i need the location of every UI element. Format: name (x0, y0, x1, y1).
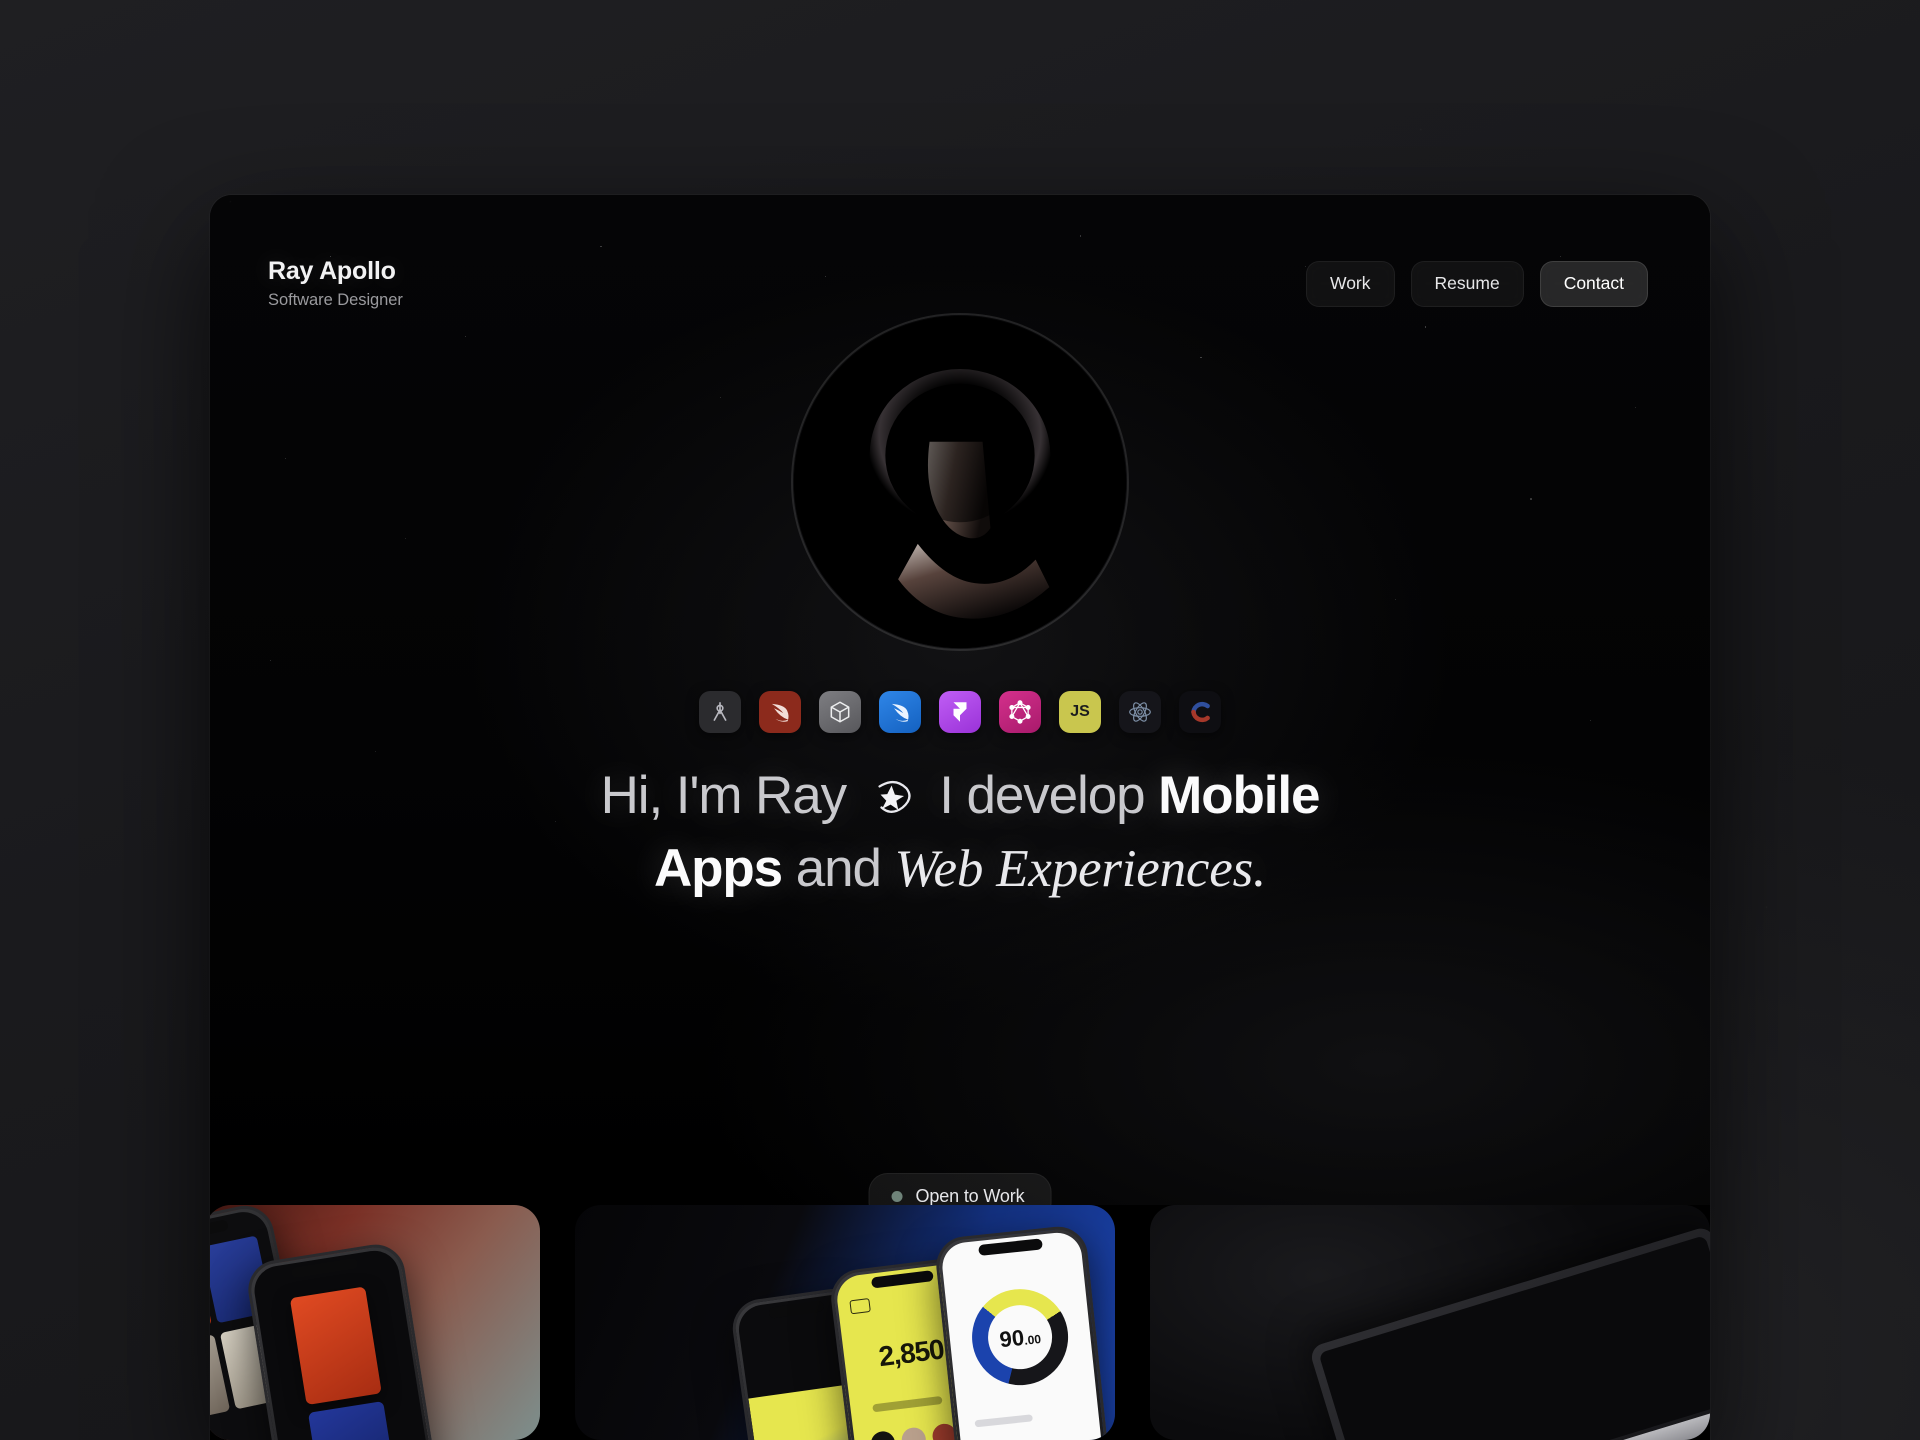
desktop-backdrop: Ray Apollo Software Designer Work Resume… (0, 0, 1920, 1440)
finance-amount-cents: .00 (1023, 1332, 1042, 1348)
shooting-star-icon (870, 771, 916, 834)
javascript-icon-label: JS (1070, 703, 1090, 720)
main-nav: Work Resume Contact (1306, 261, 1648, 307)
graphql-icon[interactable] (999, 691, 1041, 733)
portrait-silhouette-avatar (794, 316, 1126, 648)
nav-item-work[interactable]: Work (1306, 261, 1395, 307)
headline-greeting: Hi, I'm Ray (600, 766, 847, 825)
hero-section: Ray Apollo Software Designer Work Resume… (210, 195, 1710, 1205)
brand-name: Ray Apollo (268, 257, 396, 285)
headline-and: and (795, 838, 882, 898)
browser-window: Ray Apollo Software Designer Work Resume… (210, 195, 1710, 1440)
project-card-finance-app[interactable]: 2,850 90.00 (575, 1205, 1115, 1440)
headline-apps: Apps (653, 838, 783, 898)
brand-role: Software Designer (268, 291, 403, 309)
swiftui-icon[interactable] (879, 691, 921, 733)
project-card-desktop-app[interactable] (1150, 1205, 1710, 1440)
status-badge[interactable]: Open to Work (868, 1173, 1052, 1205)
hero-headline: Hi, I'm Ray I develop Mobile Apps and We… (370, 765, 1550, 900)
swift-icon[interactable] (759, 691, 801, 733)
project-cards-row: 2,850 90.00 (210, 1205, 1710, 1440)
finance-amount-secondary: 90 (998, 1324, 1026, 1353)
status-badge-label: Open to Work (915, 1186, 1025, 1205)
c-language-icon[interactable] (1179, 691, 1221, 733)
project-card-reading-app[interactable] (210, 1205, 540, 1440)
book-reading-app-phones (210, 1205, 540, 1440)
headline-line-2: Apps and Web Experiences. (370, 838, 1550, 901)
headline-line-1: Hi, I'm Ray I develop Mobile (370, 765, 1550, 834)
nav-item-resume[interactable]: Resume (1410, 261, 1524, 307)
tech-stack-row: JS (699, 691, 1221, 733)
split-bill-finance-app-phones: 2,850 90.00 (575, 1205, 1115, 1440)
laptop-dark-mockup (1150, 1205, 1710, 1440)
brand-block: Ray Apollo Software Designer (268, 257, 403, 310)
headline-verb: I develop (939, 766, 1145, 825)
xcode-icon[interactable] (699, 691, 741, 733)
status-dot-icon (891, 1191, 903, 1202)
react-icon[interactable] (1119, 691, 1161, 733)
headline-mobile: Mobile (1158, 766, 1320, 825)
headline-web-experiences: Web Experiences. (894, 839, 1267, 898)
framer-icon[interactable] (939, 691, 981, 733)
javascript-icon[interactable]: JS (1059, 691, 1101, 733)
avatar (791, 313, 1129, 651)
realitykit-cube-icon[interactable] (819, 691, 861, 733)
nav-item-contact[interactable]: Contact (1539, 261, 1648, 307)
